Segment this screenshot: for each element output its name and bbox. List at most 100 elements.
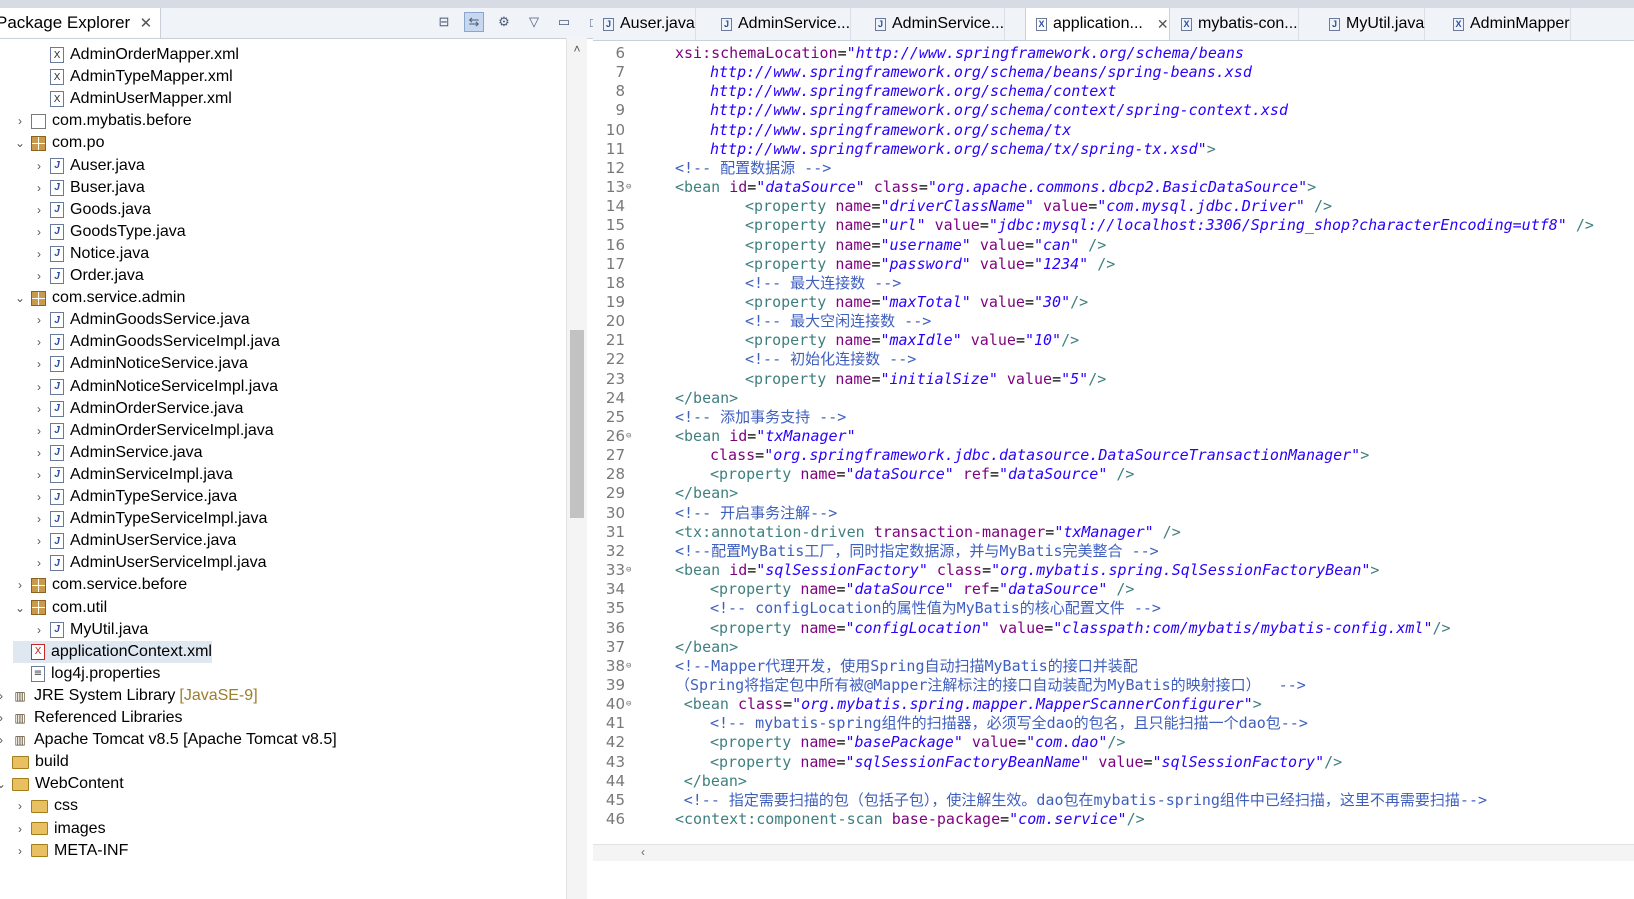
code-line[interactable]: 29 </bean> xyxy=(593,484,1634,503)
tree-item[interactable]: XapplicationContext.xml xyxy=(13,640,212,663)
code-line[interactable]: 39 （Spring将指定包中所有被@Mapper注解标注的接口自动装配为MyBa… xyxy=(593,676,1634,695)
collapsed-chevron-icon[interactable]: › xyxy=(32,181,46,195)
editor-tab[interactable]: X AdminMapper xyxy=(1443,8,1571,40)
code-area[interactable]: 6 xsi:schemaLocation="http://www.springfr… xyxy=(593,44,1634,844)
code-line[interactable]: 20 <!-- 最大空闲连接数 --> xyxy=(593,312,1634,331)
code-line[interactable]: 44 </bean> xyxy=(593,772,1634,791)
tree-item[interactable]: › images xyxy=(13,818,106,840)
tree-item[interactable]: ⌄ com.util xyxy=(13,597,107,619)
tree-item[interactable]: › ▥ Referenced Libraries xyxy=(0,707,183,729)
code-line[interactable]: 7 http://www.springframework.org/schema/b… xyxy=(593,63,1634,82)
scroll-up-icon[interactable]: ˄ xyxy=(567,42,587,56)
collapsed-chevron-icon[interactable]: › xyxy=(32,534,46,548)
code-line[interactable]: 36 <property name="configLocation" value=… xyxy=(593,619,1634,638)
collapsed-chevron-icon[interactable]: › xyxy=(13,844,27,858)
collapse-all-icon[interactable]: ⊟ xyxy=(434,12,454,32)
editor-tab[interactable]: J AdminService... xyxy=(865,8,1006,40)
tree-item[interactable]: ≡ log4j.properties xyxy=(13,663,160,685)
tree-item[interactable]: X AdminUserMapper.xml xyxy=(32,88,232,110)
code-line[interactable]: 30 <!-- 开启事务注解--> xyxy=(593,504,1634,523)
tree-item[interactable]: › J AdminOrderService.java xyxy=(32,398,243,420)
minimize-icon[interactable]: ▭ xyxy=(554,12,574,32)
code-line[interactable]: 38 ⊖ <!--Mapper代理开发，使用Spring自动扫描MyBatis的接口… xyxy=(593,657,1634,676)
code-line[interactable]: 13 ⊖ <bean id="dataSource" class="org.apac… xyxy=(593,178,1634,197)
collapsed-chevron-icon[interactable]: › xyxy=(13,799,27,813)
tree-item[interactable]: › J AdminUserServiceImpl.java xyxy=(32,552,267,574)
tree-item[interactable]: › J Order.java xyxy=(32,265,144,287)
code-line[interactable]: 27 class="org.springframework.jdbc.dataso… xyxy=(593,446,1634,465)
tree-item[interactable]: ⌄ WebContent xyxy=(0,773,124,795)
tree-item[interactable]: › J AdminGoodsServiceImpl.java xyxy=(32,331,280,353)
tree-item[interactable]: › ▥ JRE System Library[JavaSE-9] xyxy=(0,685,258,707)
collapsed-chevron-icon[interactable]: › xyxy=(13,822,27,836)
expanded-chevron-icon[interactable]: ⌄ xyxy=(13,601,27,615)
collapsed-chevron-icon[interactable]: › xyxy=(32,335,46,349)
code-line[interactable]: 31 <tx:annotation-driven transaction-mana… xyxy=(593,523,1634,542)
collapsed-chevron-icon[interactable]: › xyxy=(32,159,46,173)
scroll-left-icon[interactable]: ‹ xyxy=(641,845,645,859)
fold-toggle-icon[interactable]: ⊖ xyxy=(626,657,631,676)
code-line[interactable]: 46 <context:component-scan base-package="… xyxy=(593,810,1634,829)
collapsed-chevron-icon[interactable]: › xyxy=(32,357,46,371)
editor-tab[interactable]: Xapplication... ✕ xyxy=(1025,8,1170,40)
filter-icon[interactable]: ⚙ xyxy=(494,12,514,32)
expanded-chevron-icon[interactable]: ⌄ xyxy=(0,777,8,791)
tree-item[interactable]: › J Buser.java xyxy=(32,177,145,199)
tree-item[interactable]: ⌄ com.po xyxy=(13,132,105,154)
code-line[interactable]: 16 <property name="username" value="can" … xyxy=(593,236,1634,255)
package-explorer-scrollbar[interactable]: ˄ xyxy=(566,38,587,899)
code-line[interactable]: 19 <property name="maxTotal" value="30"/> xyxy=(593,293,1634,312)
code-line[interactable]: 32 <!--配置MyBatis工厂，同时指定数据源，并与MyBatis完美整合 … xyxy=(593,542,1634,561)
code-line[interactable]: 40 ⊖ <bean class="org.mybatis.spring.mappe… xyxy=(593,695,1634,714)
tree-item[interactable]: › com.mybatis.before xyxy=(13,110,192,132)
collapsed-chevron-icon[interactable]: › xyxy=(32,203,46,217)
code-line[interactable]: 28 <property name="dataSource" ref="dataS… xyxy=(593,465,1634,484)
code-line[interactable]: 22 <!-- 初始化连接数 --> xyxy=(593,350,1634,369)
tree-item[interactable]: › J AdminGoodsService.java xyxy=(32,309,250,331)
code-line[interactable]: 18 <!-- 最大连接数 --> xyxy=(593,274,1634,293)
tree-item[interactable]: › J Auser.java xyxy=(32,155,145,177)
code-line[interactable]: 21 <property name="maxIdle" value="10"/> xyxy=(593,331,1634,350)
collapsed-chevron-icon[interactable]: › xyxy=(32,623,46,637)
collapsed-chevron-icon[interactable]: › xyxy=(32,402,46,416)
editor-tab[interactable]: J Auser.java xyxy=(593,8,696,40)
collapsed-chevron-icon[interactable]: › xyxy=(0,711,8,725)
expanded-chevron-icon[interactable]: ⌄ xyxy=(13,291,27,305)
close-tab-icon[interactable]: ✕ xyxy=(1157,16,1169,33)
code-line[interactable]: 24 </bean> xyxy=(593,389,1634,408)
code-line[interactable]: 23 <property name="initialSize" value="5"… xyxy=(593,370,1634,389)
collapsed-chevron-icon[interactable]: › xyxy=(32,269,46,283)
scrollbar-thumb[interactable] xyxy=(570,330,584,518)
code-line[interactable]: 26 ⊖ <bean id="txManager" xyxy=(593,427,1634,446)
code-line[interactable]: 43 <property name = "sqlSessionFactoryBeanN… xyxy=(593,753,1634,772)
tree-item[interactable]: › com.service.before xyxy=(13,574,187,596)
collapsed-chevron-icon[interactable]: › xyxy=(32,247,46,261)
fold-toggle-icon[interactable]: ⊖ xyxy=(626,695,631,714)
code-line[interactable]: 35 <!-- configLocation的属性值为MyBatis的核心配置文件… xyxy=(593,599,1634,618)
code-line[interactable]: 33 ⊖ <bean id="sqlSessionFactory" class="o… xyxy=(593,561,1634,580)
close-icon[interactable]: ✕ xyxy=(140,14,153,32)
collapsed-chevron-icon[interactable]: › xyxy=(0,689,8,703)
tree-item[interactable]: › J Goods.java xyxy=(32,199,151,221)
collapsed-chevron-icon[interactable]: › xyxy=(32,313,46,327)
link-with-editor-icon[interactable]: ⇆ xyxy=(464,12,484,32)
tree-item[interactable]: › J AdminTypeServiceImpl.java xyxy=(32,508,267,530)
code-line[interactable]: 42 <property name="basePackage" value="co… xyxy=(593,733,1634,752)
collapsed-chevron-icon[interactable]: › xyxy=(32,225,46,239)
tree-item[interactable]: › J AdminUserService.java xyxy=(32,530,236,552)
code-line[interactable]: 37 </bean> xyxy=(593,638,1634,657)
collapsed-chevron-icon[interactable]: › xyxy=(32,424,46,438)
tree-item[interactable]: › J AdminTypeService.java xyxy=(32,486,237,508)
code-line[interactable]: 41 <!-- mybatis-spring组件的扫描器，必须写全dao的包名，且… xyxy=(593,714,1634,733)
fold-toggle-icon[interactable]: ⊖ xyxy=(626,178,631,197)
tree-item[interactable]: › J AdminNoticeService.java xyxy=(32,353,248,375)
code-line[interactable]: 34 <property name="dataSource" ref="dataS… xyxy=(593,580,1634,599)
code-line[interactable]: 6 xsi:schemaLocation="http://www.springfr… xyxy=(593,44,1634,63)
expanded-chevron-icon[interactable]: ⌄ xyxy=(13,136,27,150)
code-line[interactable]: 11 http://www.springframework.org/schema/… xyxy=(593,140,1634,159)
tree-item[interactable]: ⌄ com.service.admin xyxy=(13,287,185,309)
fold-toggle-icon[interactable]: ⊖ xyxy=(626,427,631,446)
code-line[interactable]: 45 <!-- 指定需要扫描的包（包括子包），使注解生效。dao包在mybatis… xyxy=(593,791,1634,810)
code-line[interactable]: 12 <!-- 配置数据源 --> xyxy=(593,159,1634,178)
collapsed-chevron-icon[interactable]: › xyxy=(0,733,8,747)
